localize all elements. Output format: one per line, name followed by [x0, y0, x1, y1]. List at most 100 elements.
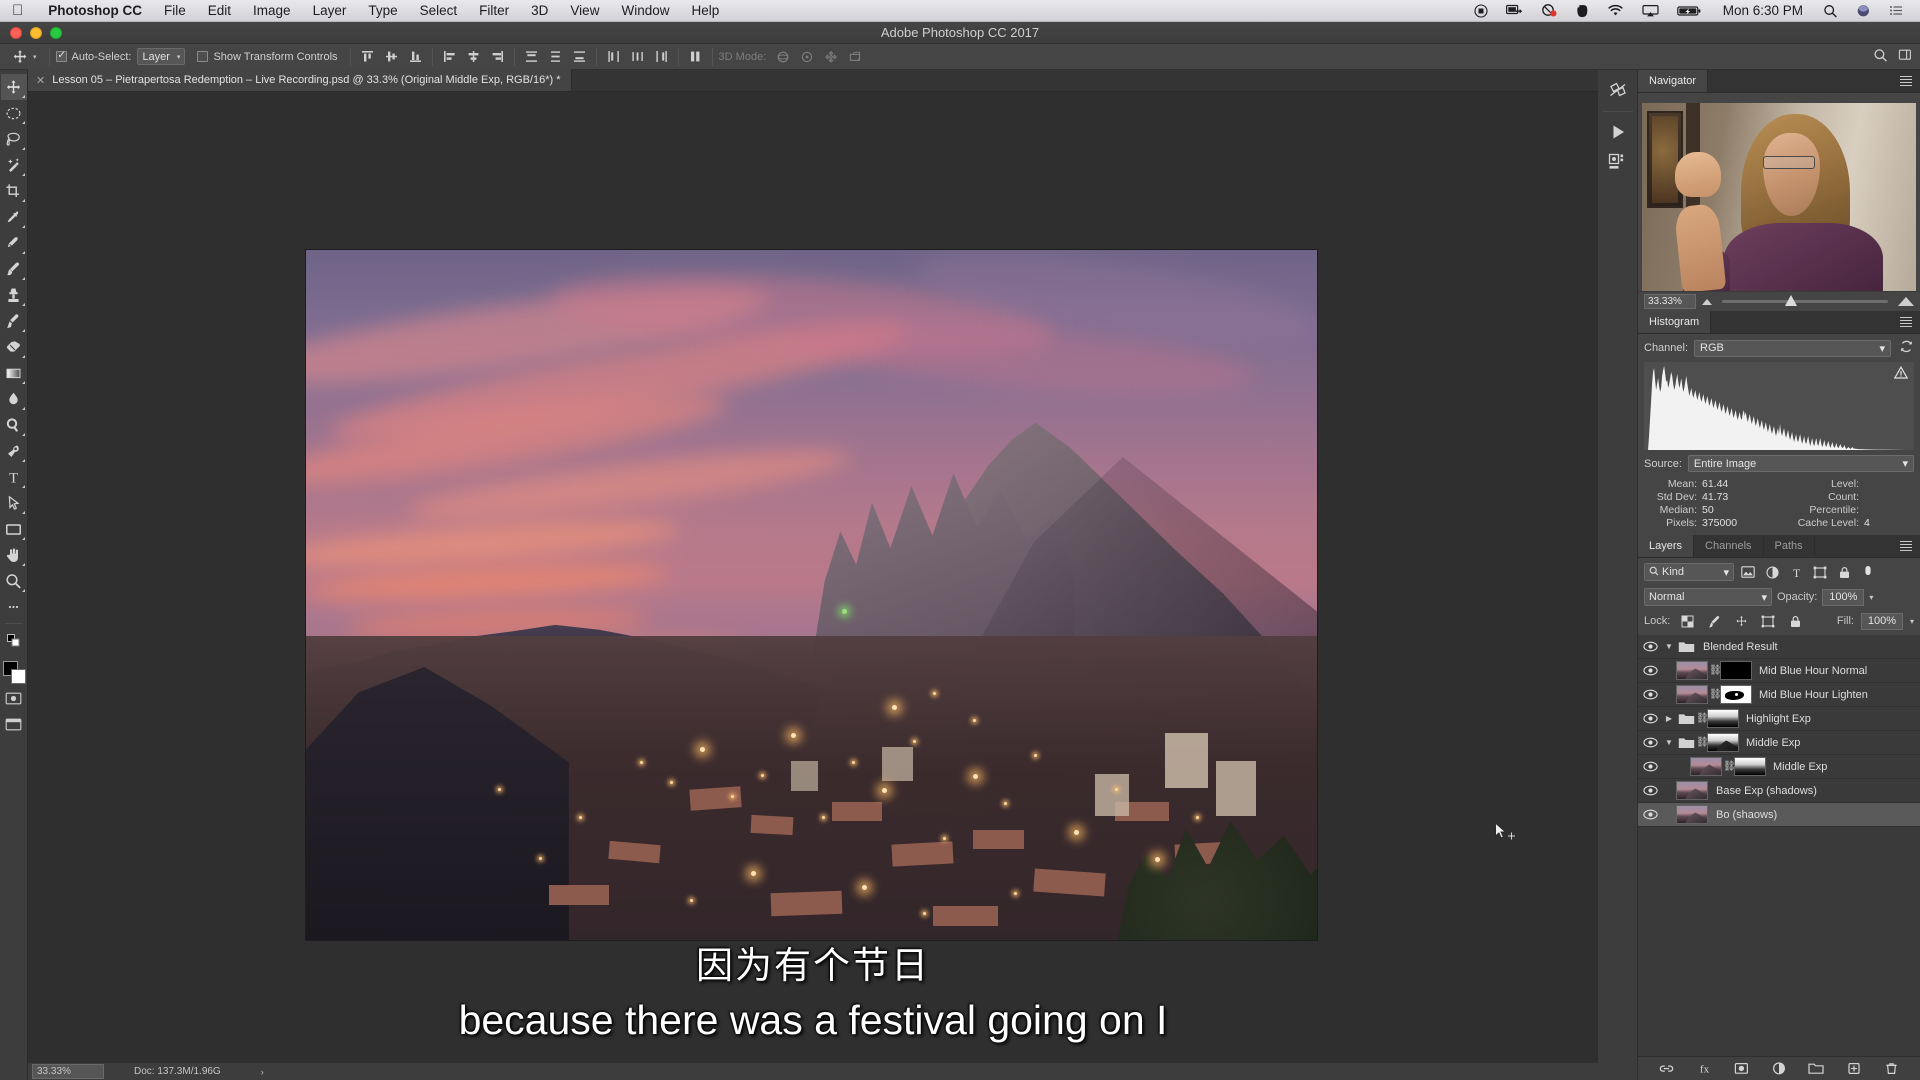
- channel-dropdown[interactable]: RGB ▾: [1694, 339, 1891, 357]
- new-group-icon[interactable]: [1807, 1060, 1825, 1078]
- zoom-in-icon[interactable]: [1898, 297, 1914, 306]
- blur-tool[interactable]: [1, 386, 27, 412]
- opacity-scrubber-chevron-icon[interactable]: ▾: [1869, 593, 1873, 602]
- fill-field[interactable]: 100%: [1860, 612, 1903, 630]
- link-layers-icon[interactable]: [1658, 1060, 1676, 1078]
- chevron-down-icon[interactable]: ▼: [1662, 738, 1676, 747]
- status-chevron-icon[interactable]: ›: [261, 1067, 264, 1077]
- new-adjustment-layer-icon[interactable]: [1770, 1060, 1788, 1078]
- canvas-area[interactable]: 因为有个节日 because there was a festival goin…: [28, 92, 1598, 1062]
- show-transform-checkbox[interactable]: [197, 51, 209, 62]
- search-icon[interactable]: [1815, 0, 1846, 22]
- do-not-disturb-icon[interactable]: [1533, 0, 1566, 22]
- record-icon[interactable]: [1466, 0, 1496, 22]
- link-mask-icon[interactable]: ⛓: [1696, 737, 1709, 748]
- delete-layer-icon[interactable]: [1882, 1060, 1900, 1078]
- battery-charging-icon[interactable]: [1669, 0, 1711, 22]
- layer-visibility-toggle[interactable]: [1638, 641, 1662, 652]
- gradient-tool[interactable]: [1, 360, 27, 386]
- auto-select-checkbox[interactable]: [55, 50, 67, 62]
- slide-3d-icon[interactable]: [844, 47, 865, 67]
- layer-mask-thumbnail[interactable]: [1734, 757, 1766, 776]
- siri-icon[interactable]: [1848, 0, 1879, 22]
- menu-item-edit[interactable]: Edit: [197, 0, 242, 22]
- table-row[interactable]: Base Exp (shadows): [1638, 779, 1920, 803]
- tool-preset-picker[interactable]: ▾: [6, 49, 43, 65]
- show-transform-checkbox-group[interactable]: Show Transform Controls: [197, 51, 338, 63]
- history-brush-tool[interactable]: [1, 308, 27, 334]
- layer-thumbnail[interactable]: [1676, 685, 1708, 704]
- zoom-tool[interactable]: [1, 568, 27, 594]
- refresh-icon[interactable]: [1899, 339, 1914, 357]
- new-layer-icon[interactable]: [1845, 1060, 1863, 1078]
- link-mask-icon[interactable]: ⛓: [1696, 713, 1709, 724]
- layer-name[interactable]: Highlight Exp: [1746, 713, 1811, 725]
- layer-mask-thumbnail[interactable]: [1720, 661, 1752, 680]
- screen-share-icon[interactable]: [1498, 0, 1531, 22]
- align-bottom-edges-icon[interactable]: [405, 47, 426, 67]
- play-icon[interactable]: [1601, 117, 1635, 147]
- table-row[interactable]: ⛓ Mid Blue Hour Lighten: [1638, 683, 1920, 707]
- panel-menu-icon[interactable]: [1892, 70, 1920, 92]
- menu-item-window[interactable]: Window: [610, 0, 680, 22]
- wifi-icon[interactable]: [1599, 0, 1632, 22]
- layer-mask-thumbnail[interactable]: [1720, 685, 1752, 704]
- layer-visibility-toggle[interactable]: [1638, 809, 1662, 820]
- tab-navigator[interactable]: Navigator: [1638, 70, 1709, 92]
- table-row[interactable]: Bo (shaows): [1638, 803, 1920, 827]
- menu-item-view[interactable]: View: [559, 0, 610, 22]
- tab-paths[interactable]: Paths: [1763, 535, 1815, 557]
- filter-toggle-icon[interactable]: [1858, 563, 1878, 581]
- blend-mode-dropdown[interactable]: Normal ▾: [1644, 588, 1772, 606]
- align-right-edges-icon[interactable]: [487, 47, 508, 67]
- pan-3d-icon[interactable]: [820, 47, 841, 67]
- navigator-zoom-field[interactable]: 33.33%: [1644, 294, 1696, 309]
- layer-name[interactable]: Bo (shaows): [1716, 809, 1777, 821]
- spot-healing-brush-tool[interactable]: [1, 230, 27, 256]
- lock-all-icon[interactable]: [1785, 612, 1805, 630]
- more-tools-icon[interactable]: [1, 594, 27, 620]
- tab-histogram[interactable]: Histogram: [1638, 311, 1712, 333]
- opacity-field[interactable]: 100%: [1822, 588, 1865, 606]
- table-row[interactable]: ⛓ Mid Blue Hour Normal: [1638, 659, 1920, 683]
- navigator-preview[interactable]: [1642, 103, 1916, 291]
- layer-visibility-toggle[interactable]: [1638, 785, 1662, 796]
- table-row[interactable]: ▼ Blended Result: [1638, 635, 1920, 659]
- layer-thumbnail[interactable]: [1676, 781, 1708, 800]
- menu-item-filter[interactable]: Filter: [468, 0, 520, 22]
- layer-name[interactable]: Mid Blue Hour Normal: [1759, 665, 1867, 677]
- default-colors-icon[interactable]: [1, 627, 27, 653]
- link-mask-icon[interactable]: ⛓: [1723, 761, 1736, 772]
- horizontal-type-tool[interactable]: T: [1, 464, 27, 490]
- add-layer-mask-icon[interactable]: [1733, 1060, 1751, 1078]
- menu-item-3d[interactable]: 3D: [520, 0, 559, 22]
- distribute-horizontal-centers-icon[interactable]: [627, 47, 648, 67]
- layer-mask-thumbnail[interactable]: [1707, 709, 1739, 728]
- chevron-down-icon[interactable]: ▾: [33, 53, 37, 61]
- layer-visibility-toggle[interactable]: [1638, 761, 1662, 772]
- layer-name[interactable]: Mid Blue Hour Lighten: [1759, 689, 1868, 701]
- tab-channels[interactable]: Channels: [1694, 535, 1764, 557]
- notification-center-icon[interactable]: [1881, 0, 1912, 22]
- adjustment-layer-filter-icon[interactable]: [1762, 563, 1782, 581]
- rectangle-tool[interactable]: [1, 516, 27, 542]
- lock-artboard-icon[interactable]: [1758, 612, 1778, 630]
- table-row[interactable]: ▶ ⛓ Highlight Exp: [1638, 707, 1920, 731]
- distribute-bottom-edges-icon[interactable]: [569, 47, 590, 67]
- distribute-vertical-centers-icon[interactable]: [545, 47, 566, 67]
- apple-logo-icon[interactable]: : [12, 3, 23, 18]
- menu-app-name[interactable]: Photoshop CC: [37, 0, 153, 22]
- menu-item-select[interactable]: Select: [409, 0, 469, 22]
- eyedropper-tool[interactable]: [1, 204, 27, 230]
- distribute-left-edges-icon[interactable]: [603, 47, 624, 67]
- layer-visibility-toggle[interactable]: [1638, 665, 1662, 676]
- path-selection-tool[interactable]: [1, 490, 27, 516]
- zoom-level-field[interactable]: 33.33%: [32, 1064, 104, 1079]
- link-mask-icon[interactable]: ⛓: [1709, 665, 1722, 676]
- lock-position-icon[interactable]: [1731, 612, 1751, 630]
- roll-3d-icon[interactable]: [796, 47, 817, 67]
- layer-style-icon[interactable]: fx: [1695, 1060, 1713, 1078]
- layer-visibility-toggle[interactable]: [1638, 689, 1662, 700]
- shape-layer-filter-icon[interactable]: [1810, 563, 1830, 581]
- airplay-icon[interactable]: [1634, 0, 1667, 22]
